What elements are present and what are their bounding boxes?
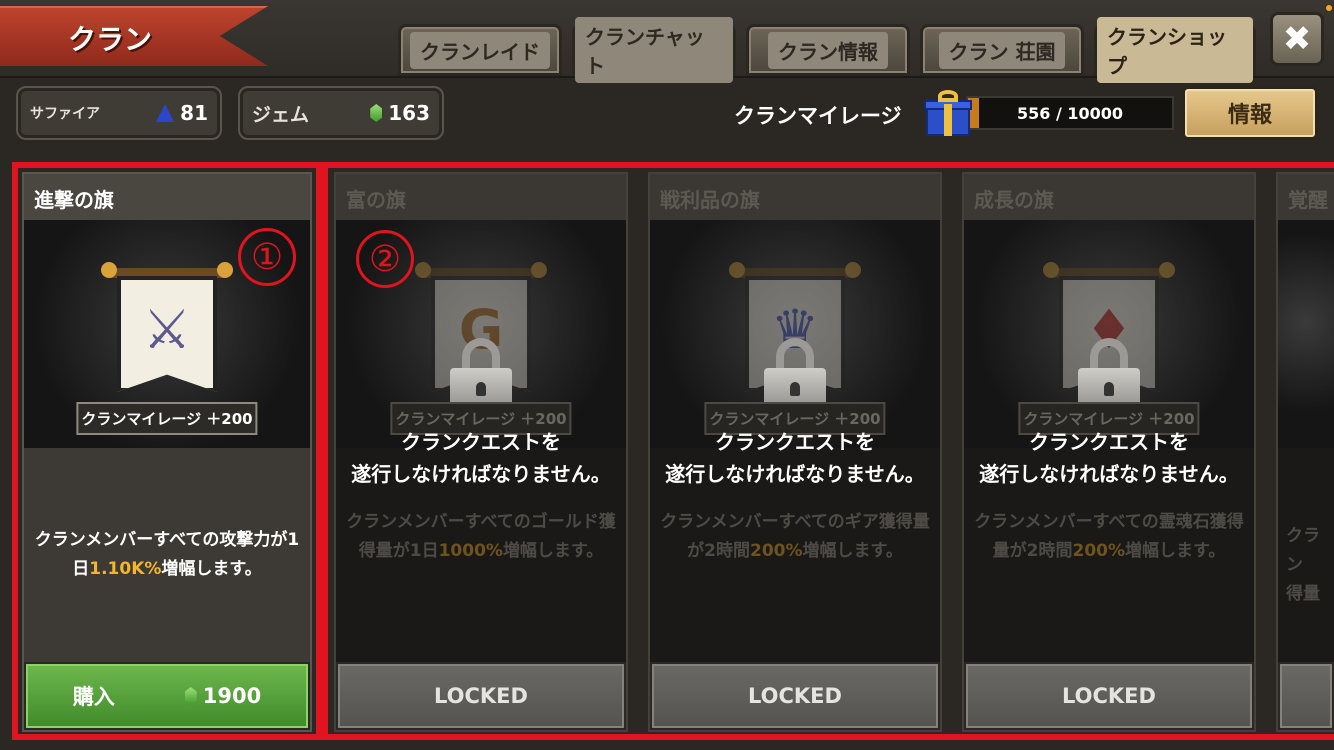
padlock-icon bbox=[764, 338, 826, 412]
page-title: クラン bbox=[68, 23, 153, 56]
gem-pill: ジェム 163 bbox=[238, 86, 444, 140]
buy-label: 購入 bbox=[72, 685, 115, 709]
locked-button: LOCKED bbox=[964, 662, 1254, 730]
tab-clan-manor[interactable]: クラン 荘園 bbox=[920, 24, 1084, 76]
gift-box-icon[interactable] bbox=[924, 90, 972, 136]
card-title: 戦利品の旗 bbox=[650, 174, 940, 220]
sapphire-icon bbox=[156, 104, 175, 122]
buy-button[interactable]: 購入 1900 bbox=[24, 662, 310, 730]
card-title: 成長の旗 bbox=[964, 174, 1254, 220]
locked-message: クランクエストを 遂行しなければなりません。 bbox=[979, 430, 1239, 486]
locked-button bbox=[1278, 662, 1334, 730]
sapphire-label: サファイア bbox=[30, 106, 100, 122]
padlock-icon bbox=[1078, 338, 1140, 412]
card-description: クラン 得量 bbox=[1278, 448, 1334, 662]
card-art: ♛ クランマイレージ ＋200 bbox=[650, 220, 940, 448]
tab-clan-info[interactable]: クラン情報 bbox=[746, 24, 910, 76]
top-bar: クラン クランレイド クランチャット クラン情報 クラン 荘園 クランショップ … bbox=[0, 0, 1334, 83]
mileage-progress-bar: 556 / 10000 bbox=[966, 96, 1174, 130]
locked-message: クランクエストを 遂行しなければなりません。 bbox=[665, 430, 925, 486]
locked-button: LOCKED bbox=[650, 662, 940, 730]
close-button[interactable]: ✖ bbox=[1270, 12, 1324, 66]
locked-message: クランクエストを 遂行しなければなりません。 bbox=[351, 430, 611, 486]
tab-clan-chat[interactable]: クランチャット bbox=[572, 17, 736, 83]
annotation-number-2: ② bbox=[356, 230, 414, 288]
gem-value: 163 bbox=[388, 101, 430, 125]
info-button[interactable]: 情報 bbox=[1182, 86, 1318, 140]
mileage-progress-text: 556 / 10000 bbox=[1016, 103, 1124, 123]
gem-label: ジェム bbox=[252, 103, 310, 126]
title-ribbon: クラン bbox=[0, 6, 268, 66]
tab-clan-shop[interactable]: クランショップ bbox=[1094, 17, 1256, 83]
locked-button: LOCKED bbox=[336, 662, 626, 730]
flag-card-loot: 戦利品の旗 ♛ クランマイレージ ＋200 クランメンバーすべてのギア獲得量が2… bbox=[648, 172, 942, 732]
flag-card-growth: 成長の旗 ♦ クランマイレージ ＋200 クランメンバーすべての霊魂石獲得量が2… bbox=[962, 172, 1256, 732]
flag-card-awakening: 覚醒 遂行 クラン得量 bbox=[1276, 172, 1334, 732]
card-art: ♦ クランマイレージ ＋200 bbox=[964, 220, 1254, 448]
mileage-label: クランマイレージ bbox=[734, 104, 902, 128]
sapphire-value: 81 bbox=[180, 101, 208, 125]
annotation-number-1: ① bbox=[238, 228, 296, 286]
card-description: クランメンバーすべての攻撃力が1日1.10K%増幅します。 bbox=[24, 448, 310, 662]
padlock-icon bbox=[450, 338, 512, 412]
close-icon: ✖ bbox=[1282, 19, 1312, 59]
sapphire-pill: サファイア 81 bbox=[16, 86, 222, 140]
card-title: 富の旗 bbox=[336, 174, 626, 220]
notification-dot bbox=[1326, 5, 1332, 11]
mileage-bonus-tag: クランマイレージ ＋200 bbox=[76, 402, 258, 435]
card-title: 進撃の旗 bbox=[24, 174, 310, 220]
attack-banner-icon: ⚔ bbox=[101, 262, 233, 400]
gem-icon bbox=[184, 687, 197, 705]
gem-icon bbox=[370, 104, 383, 122]
card-title: 覚醒 bbox=[1278, 174, 1334, 220]
card-art bbox=[1278, 220, 1334, 448]
price-value: 1900 bbox=[202, 684, 262, 708]
tab-clan-raid[interactable]: クランレイド bbox=[398, 24, 562, 76]
